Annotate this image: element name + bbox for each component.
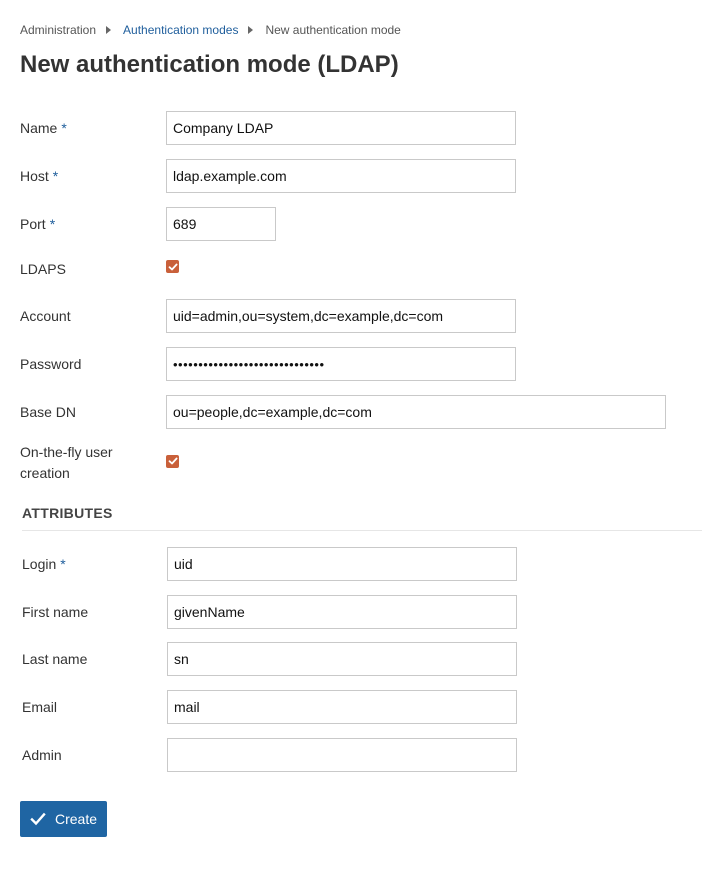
required-marker: * — [60, 555, 66, 572]
required-marker: * — [49, 215, 56, 232]
create-button[interactable]: Create — [20, 801, 107, 837]
onthefly-label: On-the-fly user creation — [20, 442, 166, 484]
breadcrumb-authentication-modes[interactable]: Authentication modes — [123, 21, 238, 39]
required-marker: * — [61, 119, 67, 136]
name-label: Name * — [20, 118, 166, 139]
base-dn-input[interactable] — [166, 395, 666, 429]
account-label: Account — [20, 307, 71, 324]
password-row: Password — [20, 347, 516, 381]
ldaps-label: LDAPS — [20, 261, 66, 277]
ldaps-row: LDAPS — [20, 259, 179, 280]
name-row: Name * — [20, 111, 516, 145]
password-input[interactable] — [166, 347, 516, 381]
port-row: Port * — [20, 207, 276, 241]
firstname-label: First name — [22, 603, 89, 620]
breadcrumb-separator-icon — [248, 26, 254, 34]
admin-label: Admin — [22, 746, 62, 763]
host-row: Host * — [20, 159, 516, 193]
base-dn-label: Base DN — [20, 403, 77, 420]
breadcrumb-administration[interactable]: Administration — [20, 21, 96, 39]
breadcrumb-separator-icon — [106, 26, 112, 34]
breadcrumb: Administration Authentication modes New … — [20, 21, 401, 39]
login-label-text: Login — [22, 555, 57, 572]
onthefly-label-line1: On-the-fly user — [20, 444, 113, 460]
checkmark-icon — [168, 457, 177, 465]
host-label-text: Host — [20, 167, 49, 184]
checkmark-icon — [168, 263, 177, 270]
email-label: Email — [22, 698, 58, 715]
password-label: Password — [20, 355, 82, 372]
name-label-text: Name — [20, 119, 58, 136]
firstname-attribute-input[interactable] — [167, 595, 517, 629]
admin-attribute-input[interactable] — [167, 738, 517, 772]
port-input[interactable] — [166, 207, 276, 241]
admin-row: Admin — [22, 738, 517, 772]
page-title: New authentication mode (LDAP) — [20, 51, 399, 78]
onthefly-checkbox[interactable] — [166, 454, 179, 468]
onthefly-row: On-the-fly user creation — [20, 442, 179, 484]
login-row: Login * — [22, 547, 517, 581]
account-input[interactable] — [166, 299, 516, 333]
breadcrumb-current: New authentication mode — [265, 23, 401, 37]
name-input[interactable] — [166, 111, 516, 145]
login-attribute-input[interactable] — [167, 547, 517, 581]
host-input[interactable] — [166, 159, 516, 193]
host-label: Host * — [20, 166, 166, 187]
email-row: Email — [22, 690, 517, 724]
login-label: Login * — [22, 554, 167, 575]
checkmark-icon — [30, 812, 46, 826]
lastname-row: Last name — [22, 642, 517, 676]
create-button-label: Create — [55, 811, 98, 827]
email-attribute-input[interactable] — [167, 690, 517, 724]
port-label: Port * — [20, 214, 166, 235]
attributes-section-title: ATTRIBUTES — [22, 505, 113, 521]
onthefly-label-line2: creation — [20, 465, 70, 481]
section-divider — [22, 530, 702, 531]
lastname-attribute-input[interactable] — [167, 642, 517, 676]
port-label-text: Port — [20, 215, 46, 232]
base-dn-row: Base DN — [20, 395, 666, 429]
ldaps-checkbox[interactable] — [166, 260, 179, 273]
lastname-label: Last name — [22, 650, 88, 667]
account-row: Account — [20, 299, 516, 333]
firstname-row: First name — [22, 595, 517, 629]
required-marker: * — [52, 167, 59, 184]
